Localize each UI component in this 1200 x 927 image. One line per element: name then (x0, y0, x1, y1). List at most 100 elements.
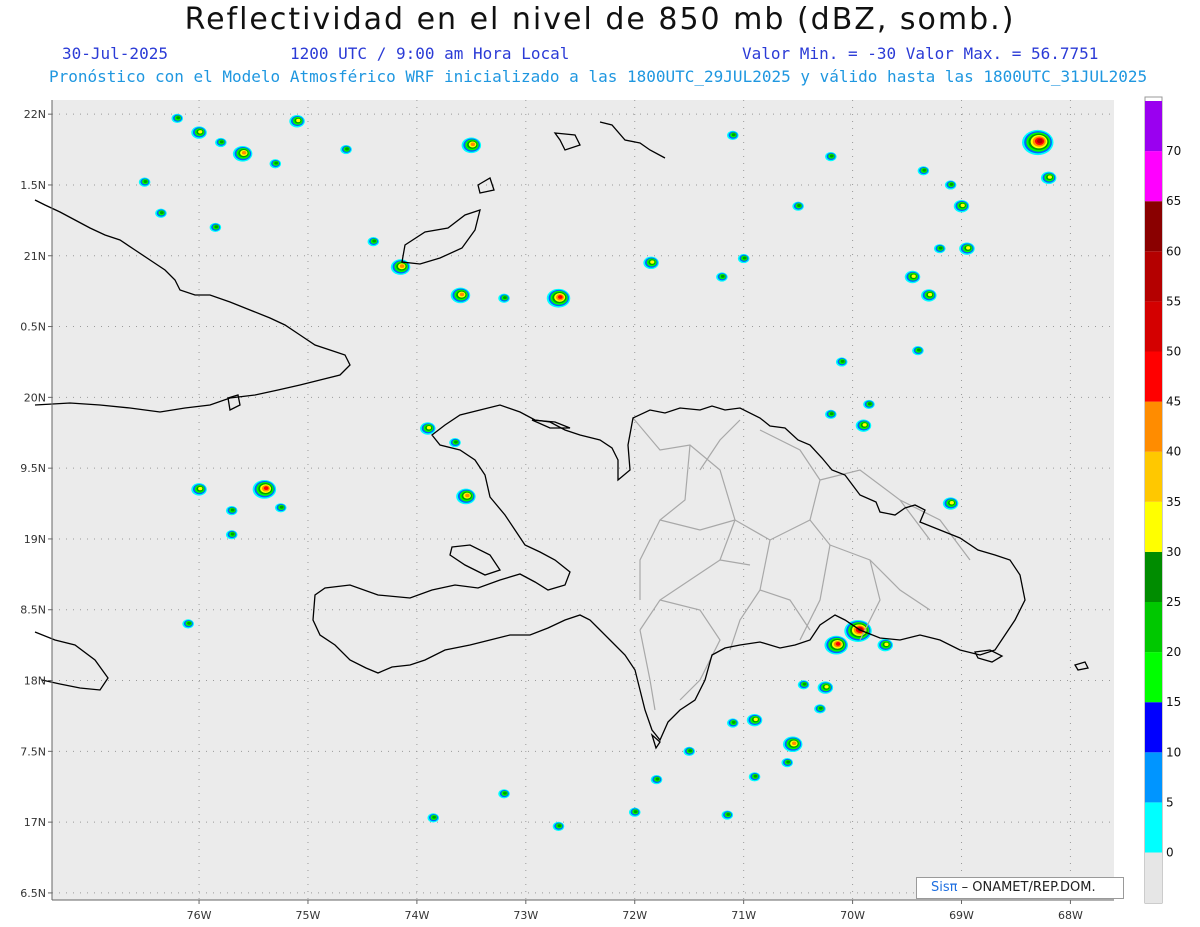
echo-layer (720, 274, 725, 278)
reflectivity-cell (390, 259, 411, 275)
echo-layer (1047, 175, 1052, 179)
colorbar-segment (1145, 401, 1162, 452)
x-tick-label: 74W (404, 909, 429, 922)
reflectivity-cell (289, 115, 305, 128)
echo-layer (786, 760, 791, 764)
reflectivity-map: 76W 75W 74W 73W 72W 71W 70W 69W 68W 22N 1.5N 21N 0.5… (20, 96, 1181, 922)
colorbar-label: 55 (1166, 294, 1181, 308)
echo-layer (219, 140, 224, 144)
colorbar-label: 40 (1166, 445, 1181, 459)
echo-layer (835, 642, 841, 646)
colorbar-label: 60 (1166, 244, 1181, 258)
echo-layer (829, 154, 834, 158)
colorbar-label: 35 (1166, 495, 1181, 509)
reflectivity-cell (209, 222, 222, 233)
colorbar-segment (1145, 551, 1162, 602)
echo-layer (960, 203, 965, 208)
echo-layer (274, 161, 279, 165)
echo-layer (1037, 138, 1043, 144)
reflectivity-cell (727, 130, 739, 140)
reflectivity-cell (367, 236, 380, 247)
x-tick-label: 72W (622, 909, 647, 922)
reflectivity-cell (552, 821, 565, 831)
reflectivity-cell (933, 244, 946, 254)
reflectivity-cell (683, 746, 695, 756)
colorbar: 0 5 10 15 20 25 30 35 40 45 50 55 60 65 70 (1144, 96, 1181, 904)
colorbar-segment (1145, 101, 1162, 152)
echo-layer (159, 211, 164, 215)
echo-layer (927, 292, 933, 297)
echo-layer (263, 486, 269, 491)
credit-box: Sisπ – ONAMET/REP.DOM. (916, 877, 1124, 899)
sispi-logo: Sisπ (931, 880, 958, 895)
colorbar-segment (1145, 652, 1162, 703)
credit-org: – ONAMET/REP.DOM. (961, 880, 1096, 895)
reflectivity-cell (917, 166, 930, 176)
echo-layer (922, 168, 927, 172)
reflectivity-cell (835, 357, 848, 367)
x-tick-label: 73W (513, 909, 538, 922)
echo-layer (198, 486, 203, 491)
x-tick-label: 69W (949, 909, 974, 922)
colorbar-label: 45 (1166, 395, 1181, 409)
reflectivity-cell (191, 126, 207, 139)
reflectivity-cell (427, 813, 439, 823)
reflectivity-cell (746, 713, 763, 727)
echo-layer (916, 348, 921, 352)
colorbar-label: 50 (1166, 345, 1181, 359)
x-tick-label: 75W (296, 909, 321, 922)
echo-layer (824, 685, 829, 689)
reflectivity-cell (782, 736, 803, 753)
echo-layer (230, 532, 235, 536)
echo-layer (372, 239, 377, 243)
y-tick-label: 18N (24, 675, 46, 688)
echo-layer (432, 815, 437, 819)
colorbar-below-zero (1145, 852, 1162, 903)
reflectivity-cell (643, 256, 659, 270)
x-tick-label: 70W (840, 909, 865, 922)
x-tick-label: 71W (731, 909, 756, 922)
echo-layer (453, 440, 458, 444)
reflectivity-cell (1022, 129, 1054, 156)
echo-layer (503, 791, 507, 795)
colorbar-segment (1145, 752, 1162, 803)
reflectivity-cell (138, 177, 151, 187)
reflectivity-cell (215, 137, 227, 148)
colorbar-label: 0 (1166, 846, 1174, 860)
echo-layer (557, 295, 563, 299)
echo-layer (802, 682, 807, 686)
reflectivity-cell (269, 159, 282, 169)
reflectivity-cell (817, 681, 834, 694)
echo-layer (399, 264, 405, 268)
reflectivity-cell (252, 479, 277, 499)
colorbar-label: 25 (1166, 595, 1181, 609)
reflectivity-cell (792, 201, 804, 211)
echo-layer (840, 359, 845, 363)
colorbar-segment (1145, 802, 1162, 853)
colorbar-segment (1145, 251, 1162, 302)
reflectivity-cell (921, 289, 937, 302)
y-tick-label: 1.5N (20, 179, 46, 192)
reflectivity-cell (748, 772, 761, 782)
echo-layer (731, 133, 736, 137)
colorbar-label: 10 (1166, 745, 1181, 759)
echo-layer (470, 142, 476, 147)
reflectivity-cell (449, 438, 461, 448)
reflectivity-cell (959, 242, 975, 255)
echo-layer (791, 741, 797, 746)
echo-layer (818, 706, 823, 710)
reflectivity-cell (456, 488, 476, 505)
colorbar-label: 20 (1166, 645, 1181, 659)
colorbar-segment (1145, 301, 1162, 352)
colorbar-label: 5 (1166, 795, 1174, 809)
echo-layer (198, 130, 203, 134)
reflectivity-cell (232, 146, 253, 162)
reflectivity-cell (420, 422, 436, 435)
y-tick-label: 7.5N (20, 745, 46, 758)
colorbar-segment (1145, 351, 1162, 402)
reflectivity-cell (844, 619, 872, 642)
colorbar-segment (1145, 451, 1162, 502)
colorbar-label: 65 (1166, 194, 1181, 208)
reflectivity-cell (1040, 171, 1057, 185)
echo-layer (633, 810, 638, 814)
